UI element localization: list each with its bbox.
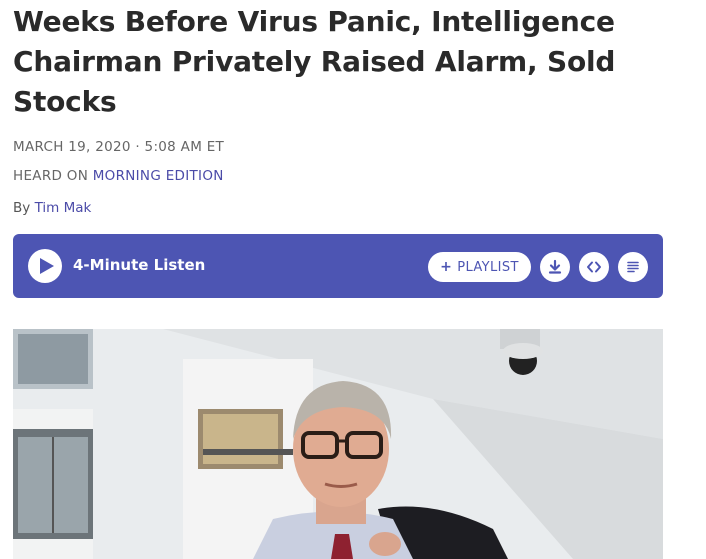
plus-icon: + <box>440 259 453 275</box>
embed-icon <box>587 261 601 273</box>
transcript-icon <box>627 261 639 273</box>
photo-of-man-with-glasses <box>13 329 663 559</box>
embed-button[interactable] <box>579 252 609 282</box>
audio-player: 4-Minute Listen + PLAYLIST <box>13 234 663 298</box>
transcript-button[interactable] <box>618 252 648 282</box>
listen-duration-label: 4-Minute Listen <box>73 256 206 274</box>
download-button[interactable] <box>540 252 570 282</box>
article-headline: Weeks Before Virus Panic, Intelligence C… <box>13 5 616 118</box>
play-icon <box>40 258 54 274</box>
playlist-label: PLAYLIST <box>457 259 519 275</box>
heard-on-prefix: HEARD ON <box>13 168 89 184</box>
article-photo <box>13 329 663 559</box>
play-button[interactable] <box>28 249 62 283</box>
byline: By Tim Mak <box>13 200 91 216</box>
article-dateline: MARCH 19, 2020 · 5:08 AM ET <box>13 139 225 155</box>
heard-on: HEARD ON MORNING EDITION <box>13 168 224 184</box>
show-link-morning-edition[interactable]: MORNING EDITION <box>93 168 224 184</box>
add-to-playlist-button[interactable]: + PLAYLIST <box>428 252 531 282</box>
author-link[interactable]: Tim Mak <box>35 200 92 216</box>
byline-prefix: By <box>13 200 31 216</box>
download-icon <box>548 259 562 274</box>
